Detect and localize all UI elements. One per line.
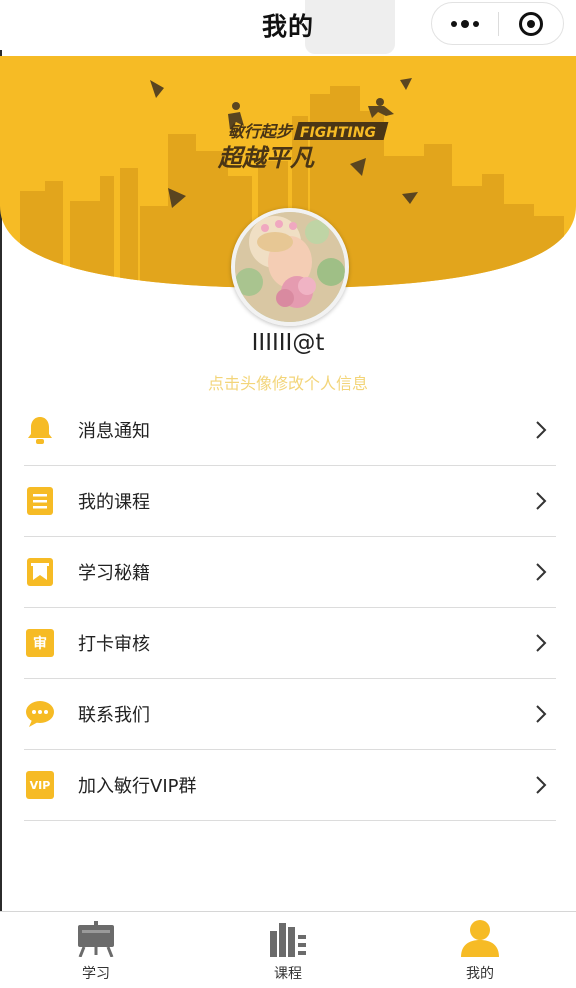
chevron-right-icon [536,421,547,439]
username: IIIIII@t [251,330,325,356]
chat-bubble-icon [25,699,55,729]
person-icon [458,917,502,957]
easel-icon [74,917,118,957]
chevron-right-icon [536,563,547,581]
more-button[interactable] [432,3,498,44]
course-list-icon [25,486,55,516]
menu-item-checkin-review[interactable]: 审 打卡审核 [24,608,556,679]
menu-item-label: 消息通知 [78,421,150,442]
top-nav-bar: 我的 [0,0,576,54]
drag-handle [305,0,395,54]
slogan-big: 超越平凡 [217,144,315,172]
bottom-tab-bar: 学习 课程 我的 [0,911,576,988]
chevron-right-icon [536,634,547,652]
menu-item-label: 联系我们 [78,705,150,726]
tab-label: 我的 [466,966,494,982]
chevron-right-icon [536,776,547,794]
menu-item-label: 打卡审核 [78,634,150,655]
menu-item-join-vip[interactable]: VIP 加入敏行VIP群 [24,750,556,821]
profile-page: 我的 敏行起步 FIGHTING 超越平凡 IIIIII@t 点击头像修改个人信… [0,0,576,988]
avatar-photo [235,212,345,322]
menu-item-my-courses[interactable]: 我的课程 [24,466,556,537]
edit-profile-hint[interactable]: 点击头像修改个人信息 [0,370,576,394]
close-mini-program-button[interactable] [499,3,563,44]
menu-item-label: 加入敏行VIP群 [78,776,197,797]
slogan-tag: FIGHTING [300,125,376,141]
menu-item-label: 我的课程 [78,492,150,513]
menu-item-notifications[interactable]: 消息通知 [24,395,556,466]
bell-icon [25,415,55,445]
tab-label: 课程 [274,966,302,982]
avatar[interactable] [231,208,349,326]
page-title: 我的 [261,12,314,41]
bookmark-icon [25,557,55,587]
menu-item-contact-us[interactable]: 联系我们 [24,679,556,750]
tab-study[interactable]: 学习 [0,912,192,988]
mini-program-capsule [431,2,564,45]
chevron-right-icon [536,705,547,723]
target-icon [519,11,543,36]
vip-icon: VIP [25,770,55,800]
menu-list: 消息通知 我的课程 学习秘籍 审 打卡审核 联系我们 VIP 加入敏行VIP群 [24,395,556,821]
tab-courses[interactable]: 课程 [192,912,384,988]
chevron-right-icon [536,492,547,510]
menu-item-label: 学习秘籍 [78,563,150,584]
slogan-small: 敏行起步 [228,122,294,141]
books-icon [266,917,310,957]
tab-mine[interactable]: 我的 [384,912,576,988]
more-dots-icon [451,19,479,28]
review-icon: 审 [25,628,55,658]
menu-item-study-tips[interactable]: 学习秘籍 [24,537,556,608]
tab-label: 学习 [82,966,110,982]
